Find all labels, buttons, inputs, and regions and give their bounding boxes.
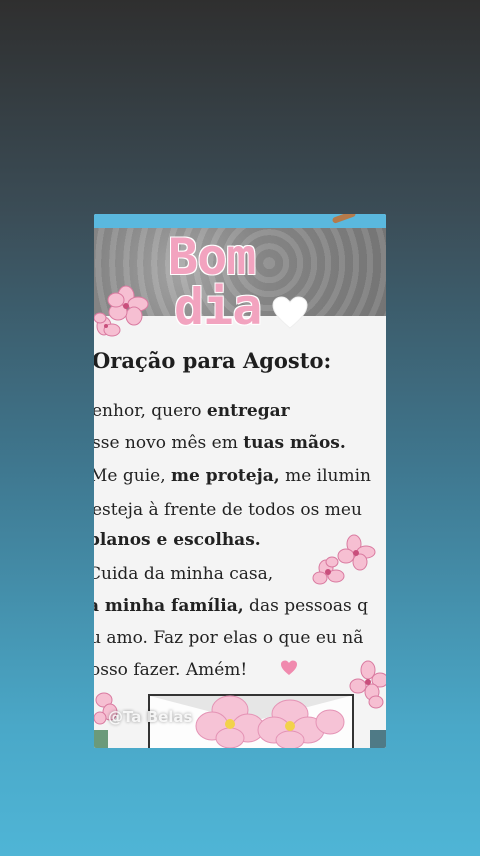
heart-icon [281, 660, 297, 676]
heart-icon [272, 296, 308, 329]
card-top-bar [94, 214, 386, 228]
watermark: @Ta Belas [108, 708, 193, 726]
story-card[interactable]: Bom dia Oração para Agosto: enhor, quero… [94, 214, 386, 748]
prayer-line: osso fazer. Amém! [94, 660, 248, 680]
flower-icon [94, 285, 149, 337]
prayer-line: Me guie, me proteja, me ilumin [94, 466, 372, 486]
title-dia: dia [174, 278, 262, 336]
prayer-line: Cuida da minha casa, [94, 564, 274, 584]
prayer-line: enhor, quero entregar [94, 401, 290, 421]
flower-icon [195, 695, 345, 748]
prayer-line: planos e escolhas. [94, 530, 261, 550]
prayer-line: u amo. Faz por elas o que eu nã [94, 628, 364, 648]
pen-decoration [331, 214, 357, 224]
prayer-line: sse novo mês em tuas mãos. [94, 433, 346, 453]
leaf-decoration [370, 730, 386, 748]
prayer-title: Oração para Agosto: [94, 348, 332, 373]
flower-icon [312, 534, 376, 585]
leaf-decoration [94, 730, 108, 748]
prayer-line: esteja à frente de todos os meu [94, 500, 362, 520]
prayer-line: a minha família, das pessoas q [94, 596, 368, 616]
